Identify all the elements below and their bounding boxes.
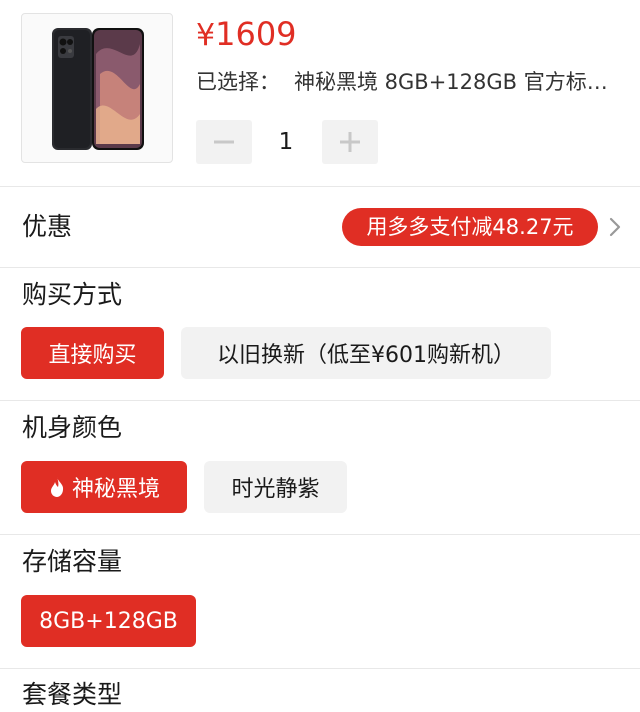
divider bbox=[0, 267, 640, 268]
option-storage-8-128[interactable]: 8GB+128GB bbox=[21, 595, 196, 647]
flame-icon bbox=[50, 477, 64, 497]
plus-icon bbox=[340, 132, 360, 152]
selected-prefix: 已选择： bbox=[196, 70, 280, 94]
package-label: 套餐类型 bbox=[22, 680, 123, 709]
option-direct-buy[interactable]: 直接购买 bbox=[21, 327, 164, 379]
quantity-value[interactable]: 1 bbox=[260, 120, 312, 164]
promo-label: 优惠 bbox=[22, 212, 73, 241]
decrease-quantity-button[interactable] bbox=[196, 120, 252, 164]
price: ¥1609 bbox=[196, 15, 297, 53]
divider bbox=[0, 668, 640, 669]
option-trade-in[interactable]: 以旧换新（低至¥601购新机） bbox=[181, 327, 551, 379]
selected-spec: 已选择： 神秘黑境 8GB+128GB 官方标… bbox=[196, 64, 621, 100]
product-thumbnail[interactable] bbox=[21, 13, 173, 163]
storage-label: 存储容量 bbox=[22, 547, 123, 576]
phone-image bbox=[52, 28, 144, 150]
divider bbox=[0, 400, 640, 401]
option-color-black-label: 神秘黑境 bbox=[71, 477, 160, 502]
divider bbox=[0, 186, 640, 187]
option-color-black[interactable]: 神秘黑境 bbox=[21, 461, 187, 513]
chevron-right-icon[interactable] bbox=[605, 214, 625, 240]
increase-quantity-button[interactable] bbox=[322, 120, 378, 164]
divider bbox=[0, 534, 640, 535]
minus-icon bbox=[214, 140, 234, 144]
purchase-method-label: 购买方式 bbox=[22, 280, 123, 309]
option-color-purple[interactable]: 时光静紫 bbox=[204, 461, 347, 513]
color-label: 机身颜色 bbox=[22, 413, 123, 442]
promo-badge[interactable]: 用多多支付减48.27元 bbox=[342, 208, 598, 246]
selected-value: 神秘黑境 8GB+128GB 官方标… bbox=[294, 70, 608, 94]
